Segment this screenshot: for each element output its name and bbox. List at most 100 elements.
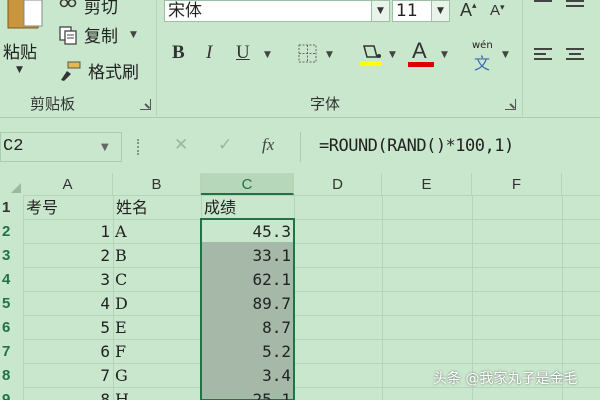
cell-b7[interactable]: F [115,340,126,364]
cell-b5[interactable]: D [115,292,128,316]
fill-color-dropdown[interactable]: ▼ [389,50,396,60]
font-color-button[interactable]: A [408,38,436,68]
format-painter-button[interactable]: 格式刷 [58,58,139,83]
cell-c8[interactable]: 3.4 [201,364,294,388]
group-divider [522,0,523,116]
underline-dropdown[interactable]: ▼ [264,50,271,60]
align-left-icon[interactable] [534,48,552,63]
clipboard-launcher-icon[interactable] [140,99,151,110]
cell-a2[interactable]: 1 [23,220,113,244]
formula-buttons: ✕ ✓ fx [158,132,298,162]
align-center-icon[interactable] [566,48,584,63]
cell-b9[interactable]: H [115,388,129,400]
enter-icon[interactable]: ✓ [218,135,232,155]
clipboard-icon [7,0,43,29]
cell-a8[interactable]: 7 [23,364,113,388]
cell-c6[interactable]: 8.7 [201,316,294,340]
row-header-8[interactable]: 8 [0,364,23,388]
row-header-5[interactable]: 5 [0,292,23,316]
cell-a1[interactable]: 考号 [26,196,58,220]
font-launcher-icon[interactable] [505,99,516,110]
cell-c3[interactable]: 33.1 [201,244,294,268]
cell-a3[interactable]: 2 [23,244,113,268]
shrink-font-label: A [490,2,501,19]
font-name-dropdown[interactable]: ▼ [371,0,390,22]
font-size-box[interactable]: 11 [392,0,432,22]
row-header-7[interactable]: 7 [0,340,23,364]
grow-font-label: A [460,0,473,20]
italic-button[interactable]: I [206,42,212,64]
column-header-e[interactable]: E [382,173,472,195]
cancel-icon[interactable]: ✕ [174,135,188,155]
grow-font-button[interactable]: A▴ [460,0,477,21]
align-middle-icon[interactable] [566,0,584,10]
cell-c9[interactable]: 25.1 [201,388,294,400]
underline-button[interactable]: U [236,42,250,64]
formula-bar: C2 ▼ ✕ ✓ fx =ROUND(RAND()*100,1) [0,127,600,167]
cell-c4[interactable]: 62.1 [201,268,294,292]
phonetic-dropdown[interactable]: ▼ [502,50,509,60]
cell-a9[interactable]: 8 [23,388,113,400]
cell-a5[interactable]: 4 [23,292,113,316]
cell-c2[interactable]: 45.3 [201,220,294,244]
phonetic-button[interactable]: wén 文 [472,40,496,73]
formula-input[interactable]: =ROUND(RAND()*100,1) [300,132,600,162]
column-header-d[interactable]: D [294,173,382,195]
cell-a7[interactable]: 6 [23,340,113,364]
format-painter-icon [61,61,81,81]
cut-button[interactable]: 剪切 [58,0,118,18]
font-color-label: A [412,38,427,63]
column-header-f[interactable]: F [472,173,562,195]
splitter-handle[interactable] [137,139,141,155]
paste-label: 粘贴 [3,43,37,63]
group-divider [156,0,157,116]
insert-function-icon[interactable]: fx [262,135,274,155]
gridline [113,195,114,400]
row-header-9[interactable]: 9 [0,388,23,400]
borders-dropdown[interactable]: ▼ [326,50,333,60]
row-header-3[interactable]: 3 [0,244,23,268]
copy-button[interactable]: 复制 ▼ [58,22,137,47]
cell-c1[interactable]: 成绩 [204,196,236,220]
spreadsheet-grid: A B C D E F 1 2 3 4 5 6 7 8 9 考号 姓名 成绩 1… [0,173,600,400]
caret-up-icon: ▴ [472,0,477,10]
select-all-corner[interactable] [0,173,23,195]
bold-button[interactable]: B [172,42,185,64]
cell-b6[interactable]: E [115,316,127,340]
borders-icon [298,44,317,63]
cell-a4[interactable]: 3 [23,268,113,292]
gridline [23,195,600,196]
cell-b4[interactable]: C [115,268,127,292]
cell-c5[interactable]: 89.7 [201,292,294,316]
row-header-1[interactable]: 1 [0,196,23,220]
row-header-6[interactable]: 6 [0,316,23,340]
cell-b8[interactable]: G [115,364,128,388]
cell-b3[interactable]: B [115,244,127,268]
fill-color-button[interactable] [357,40,385,68]
row-header-4[interactable]: 4 [0,268,23,292]
column-header-b[interactable]: B [113,173,201,195]
chevron-down-icon[interactable]: ▼ [101,142,109,153]
ribbon: 粘贴 ▼ 剪切 复制 ▼ 格式刷 剪贴板 宋体 ▼ 11 ▼ A▴ A▾ B I… [0,0,600,118]
cell-b1[interactable]: 姓名 [116,196,148,220]
watermark: 头条 @我家丸子是金毛 [433,371,578,387]
clipboard-group-label: 剪贴板 [30,95,76,113]
column-header-c[interactable]: C [201,173,294,195]
column-header-a[interactable]: A [23,173,113,195]
align-top-icon[interactable] [534,0,552,5]
phonetic-label: 文 [474,54,491,73]
borders-button[interactable] [298,44,318,64]
cell-b2[interactable]: A [115,220,127,244]
copy-label: 复制 [84,27,118,47]
font-name-box[interactable]: 宋体 [164,0,375,22]
cut-label: 剪切 [84,0,118,18]
chevron-down-icon: ▼ [16,65,23,75]
fill-color-swatch [360,61,382,66]
cell-c7[interactable]: 5.2 [201,340,294,364]
shrink-font-button[interactable]: A▾ [490,2,505,19]
cell-a6[interactable]: 5 [23,316,113,340]
font-color-dropdown[interactable]: ▼ [441,50,448,60]
row-header-2[interactable]: 2 [0,220,23,244]
font-size-dropdown[interactable]: ▼ [431,0,450,22]
font-group-label: 字体 [310,95,341,113]
